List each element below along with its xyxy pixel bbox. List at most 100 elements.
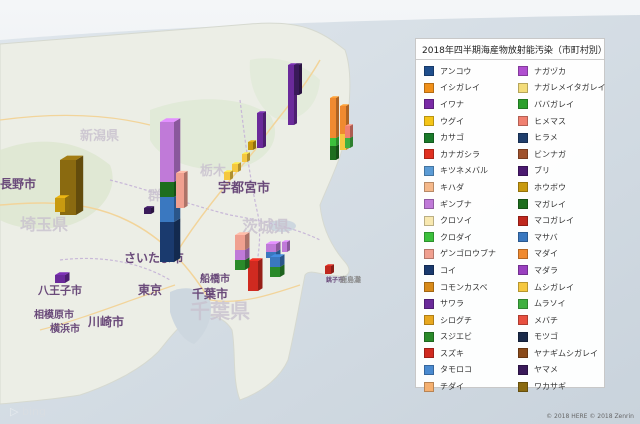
legend-label: ナガレメイタガレイ xyxy=(534,83,606,93)
legend-item[interactable]: コイ xyxy=(424,262,510,279)
legend-label: カサゴ xyxy=(440,133,464,143)
legend-item[interactable]: アンコウ xyxy=(424,63,510,80)
legend-label: ヒメマス xyxy=(534,116,566,126)
column-segment[interactable] xyxy=(288,65,294,125)
column-segment[interactable] xyxy=(160,222,174,262)
legend-swatch xyxy=(424,66,434,77)
legend-item[interactable]: シログチ xyxy=(424,312,510,329)
legend-label: マダイ xyxy=(534,249,558,259)
column-segment[interactable] xyxy=(257,113,263,148)
legend-item[interactable]: ヤナギムシガレイ xyxy=(518,345,604,362)
legend-item[interactable]: ブリ xyxy=(518,163,604,180)
legend-item[interactable]: イワナ xyxy=(424,96,510,113)
column-segment[interactable] xyxy=(235,260,245,270)
column-segment[interactable] xyxy=(266,244,276,252)
legend-item[interactable]: ワカサギ xyxy=(518,378,604,395)
legend-swatch xyxy=(424,82,434,93)
legend-swatch xyxy=(424,282,434,293)
legend-item[interactable]: チダイ xyxy=(424,378,510,395)
legend-label: モツゴ xyxy=(534,332,558,342)
legend-swatch xyxy=(424,165,434,176)
legend-item[interactable]: カナガシラ xyxy=(424,146,510,163)
legend-item[interactable]: コモンカスベ xyxy=(424,279,510,296)
legend-swatch xyxy=(424,199,434,210)
column-segment[interactable] xyxy=(224,172,230,180)
legend-item[interactable]: マガレイ xyxy=(518,196,604,213)
legend-item[interactable]: スズキ xyxy=(424,345,510,362)
legend-item[interactable]: マダイ xyxy=(518,246,604,263)
legend-swatch xyxy=(518,364,528,375)
label-utsunomiya: 宇都宮市 xyxy=(218,180,270,196)
column-segment[interactable] xyxy=(235,235,245,250)
label-niigata: 新潟県 xyxy=(80,128,119,144)
legend-item[interactable]: ヒメマス xyxy=(518,113,604,130)
legend-panel: 2018年四半期海産物放射能汚染（市町村別） アンコウ ナガヅカイシガレイ ナガレメ… xyxy=(415,38,607,392)
legend-item[interactable]: ムシガレイ xyxy=(518,279,604,296)
legend-swatch xyxy=(424,315,434,326)
column-segment[interactable] xyxy=(55,198,65,212)
legend-item[interactable]: ホウボウ xyxy=(518,179,604,196)
legend-item[interactable]: ウグイ xyxy=(424,113,510,130)
column-side xyxy=(299,63,302,95)
column-segment[interactable] xyxy=(294,65,299,95)
legend-item[interactable]: ビンナガ xyxy=(518,146,604,163)
legend-title: 2018年四半期海産物放射能汚染（市町村別） xyxy=(416,39,607,60)
legend-item[interactable]: タモロコ xyxy=(424,362,510,379)
legend-swatch xyxy=(518,99,528,110)
legend-item[interactable]: クロソイ xyxy=(424,212,510,229)
label-yokohama: 横浜市 xyxy=(50,322,80,335)
column-segment[interactable] xyxy=(282,242,287,252)
legend-swatch xyxy=(518,282,528,293)
column-segment[interactable] xyxy=(270,267,280,277)
column-segment[interactable] xyxy=(242,154,247,162)
legend-item[interactable]: クロダイ xyxy=(424,229,510,246)
legend-item[interactable]: メバチ xyxy=(518,312,604,329)
legend-item[interactable]: モツゴ xyxy=(518,329,604,346)
label-funabashi: 船橋市 xyxy=(200,272,230,285)
legend-item[interactable]: サワラ xyxy=(424,295,510,312)
legend-item[interactable]: キハダ xyxy=(424,179,510,196)
column-side xyxy=(350,124,353,138)
column-segment[interactable] xyxy=(160,122,174,182)
column-segment[interactable] xyxy=(144,208,151,214)
column-segment[interactable] xyxy=(176,173,184,208)
legend-swatch xyxy=(518,315,528,326)
legend-item[interactable]: キツネメバル xyxy=(424,163,510,180)
column-segment[interactable] xyxy=(345,126,350,138)
column-segment[interactable] xyxy=(160,197,174,222)
legend-item[interactable]: マサバ xyxy=(518,229,604,246)
legend-label: メバチ xyxy=(534,315,558,325)
legend-item[interactable]: ゲンゴロウブナ xyxy=(424,246,510,263)
column-segment[interactable] xyxy=(270,257,280,267)
legend-item[interactable]: ババガレイ xyxy=(518,96,604,113)
legend-item[interactable]: ギンブナ xyxy=(424,196,510,213)
legend-label: スズキ xyxy=(440,348,464,358)
legend-item[interactable]: スジエビ xyxy=(424,329,510,346)
column-segment[interactable] xyxy=(55,275,65,283)
legend-item[interactable]: マダラ xyxy=(518,262,604,279)
legend-label: ムラソイ xyxy=(534,299,566,309)
legend-swatch xyxy=(424,99,434,110)
legend-item[interactable]: マコガレイ xyxy=(518,212,604,229)
legend-label: ナガヅカ xyxy=(534,66,566,76)
column-segment[interactable] xyxy=(345,138,350,148)
column-segment[interactable] xyxy=(330,146,336,160)
legend-item[interactable]: ヤマメ xyxy=(518,362,604,379)
legend-item[interactable]: ムラソイ xyxy=(518,295,604,312)
legend-swatch xyxy=(424,116,434,127)
copyright-text: © 2018 HERE © 2018 Zenrin xyxy=(546,413,634,420)
legend-item[interactable]: ヒラメ xyxy=(518,129,604,146)
column-segment[interactable] xyxy=(325,266,331,274)
legend-item[interactable]: カサゴ xyxy=(424,129,510,146)
column-segment[interactable] xyxy=(330,138,336,146)
legend-grid: アンコウ ナガヅカイシガレイ ナガレメイタガレイイワナ ババガレイ ウグイ ヒメマスカサゴ… xyxy=(416,60,606,395)
column-segment[interactable] xyxy=(248,142,253,150)
legend-item[interactable]: ナガレメイタガレイ xyxy=(518,80,606,97)
column-segment[interactable] xyxy=(235,250,245,260)
legend-item[interactable]: イシガレイ xyxy=(424,80,510,97)
legend-label: マガレイ xyxy=(534,199,566,209)
legend-item[interactable]: ナガヅカ xyxy=(518,63,604,80)
column-segment[interactable] xyxy=(330,98,336,138)
legend-swatch xyxy=(518,265,528,276)
column-segment[interactable] xyxy=(160,182,174,197)
